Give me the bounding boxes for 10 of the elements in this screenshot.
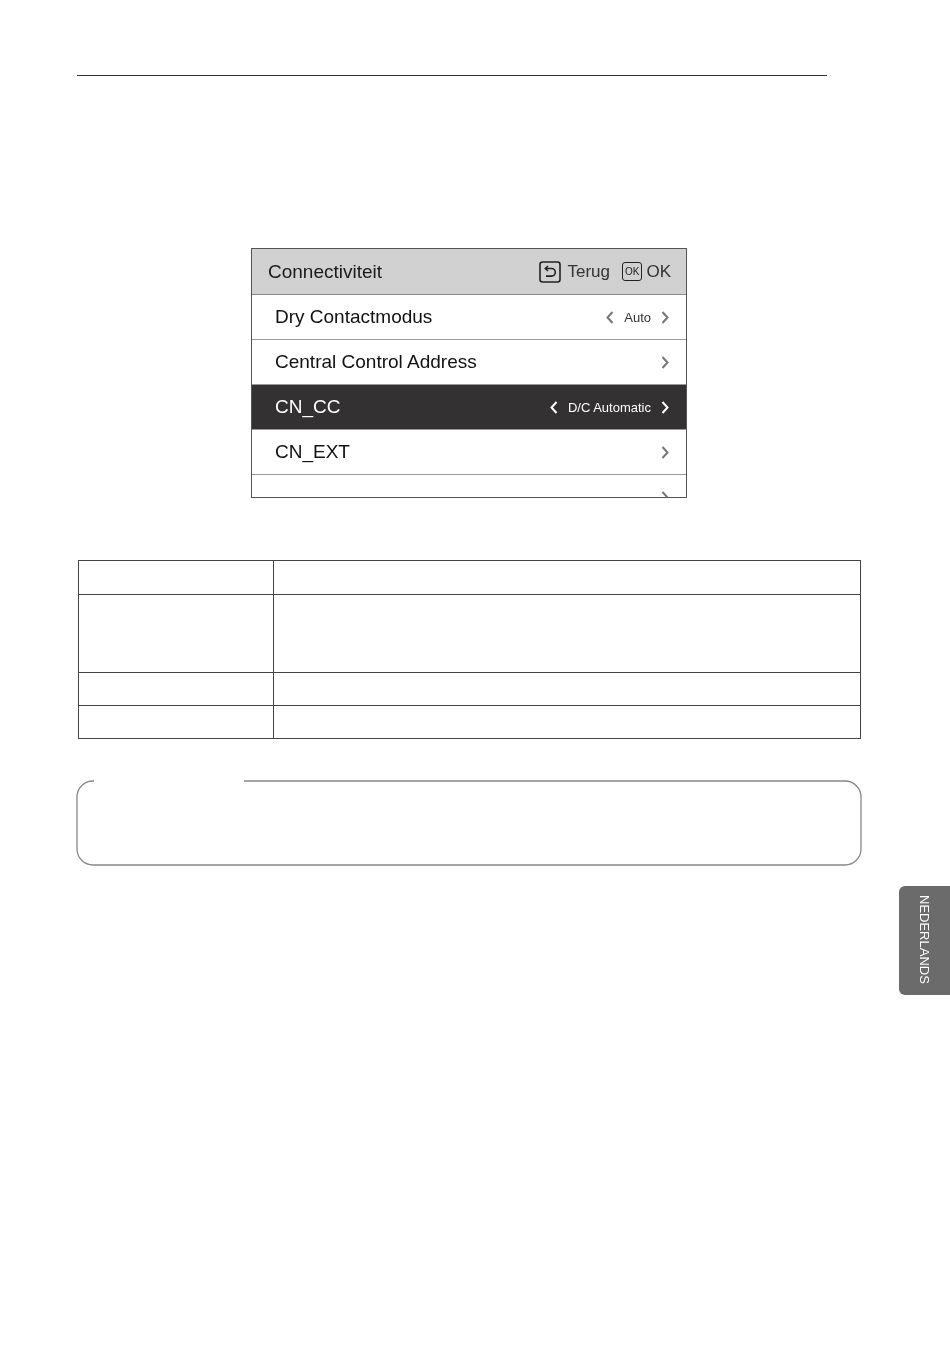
- option-value: Auto: [624, 309, 651, 325]
- back-key-icon: [539, 260, 562, 283]
- chevron-right-icon: [661, 445, 669, 459]
- option-value: D/C Automatic: [567, 399, 651, 415]
- chevron-right-icon: [661, 355, 669, 369]
- ok-label: OK: [646, 261, 671, 282]
- ok-key: OK: [622, 262, 643, 281]
- back-label: Terug: [567, 261, 610, 282]
- screen-title: Connectiviteit: [268, 260, 383, 283]
- language-marker: NEDERLANDS: [899, 886, 950, 995]
